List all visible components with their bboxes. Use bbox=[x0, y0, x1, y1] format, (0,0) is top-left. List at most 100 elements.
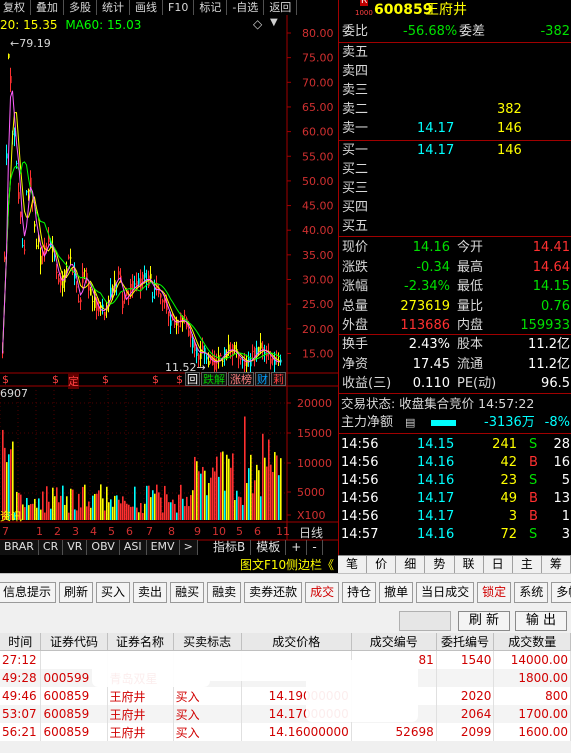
date-tick: 4 bbox=[90, 525, 97, 538]
sort-tab[interactable] bbox=[399, 611, 451, 631]
toolbar-button[interactable]: 统计 bbox=[97, 0, 130, 15]
table-header[interactable]: 成交数量 bbox=[493, 633, 571, 651]
table-cell-name: 王府井 bbox=[107, 723, 174, 741]
toolbar-button[interactable]: 叠加 bbox=[31, 0, 64, 15]
side-link[interactable]: 侧边栏《 bbox=[286, 556, 334, 573]
quote-tab[interactable]: 日 bbox=[484, 556, 513, 573]
quote-tab[interactable]: 细 bbox=[396, 556, 426, 573]
quote-tab[interactable]: 联 bbox=[455, 556, 484, 573]
toolbar-button[interactable]: 返回 bbox=[264, 0, 298, 15]
event-badge[interactable]: 涨榜 bbox=[228, 372, 254, 386]
table-header[interactable]: 时间 bbox=[0, 633, 42, 651]
volume-bar bbox=[58, 502, 60, 520]
template-tab[interactable]: - bbox=[307, 540, 323, 555]
trade-button[interactable]: 融买 bbox=[170, 581, 205, 603]
trade-button[interactable]: 买入 bbox=[96, 581, 131, 603]
doc-icon[interactable]: ▤ bbox=[405, 414, 415, 432]
toolbar-button[interactable]: 多股 bbox=[64, 0, 97, 15]
template-tab[interactable]: + bbox=[286, 540, 308, 555]
stat-value: -0.34 bbox=[416, 259, 450, 275]
volume-bar bbox=[54, 496, 56, 520]
quote-tab[interactable]: 势 bbox=[425, 556, 455, 573]
indicator-tab[interactable]: ASI bbox=[119, 540, 147, 555]
quote-tab[interactable]: 筹 bbox=[542, 556, 571, 573]
kline-chart[interactable]: 80.00 75.00 70.00 65.00 60.00 55.00 50.00 45.00… bbox=[0, 15, 338, 555]
event-marker[interactable]: $ bbox=[176, 373, 183, 386]
volume-tick: 10000 bbox=[297, 457, 332, 470]
table-header[interactable]: 委托编号 bbox=[436, 633, 495, 651]
event-badge[interactable]: 莉 bbox=[271, 372, 286, 386]
table-header[interactable]: 成交价格 bbox=[241, 633, 352, 651]
trade-button[interactable]: 持仓 bbox=[342, 581, 377, 603]
trade-button[interactable]: 成交 bbox=[305, 581, 340, 603]
trade-button[interactable]: 卖券还款 bbox=[244, 581, 303, 603]
indicator-tab[interactable]: CR bbox=[38, 540, 64, 555]
table-row[interactable]: 53:07600859王府井买入14.1700000020641700.00 bbox=[0, 705, 571, 723]
table-cell-price: 14.16000000 bbox=[241, 723, 352, 741]
table-header[interactable]: 成交编号 bbox=[351, 633, 437, 651]
volume-bar bbox=[160, 497, 162, 520]
event-marker[interactable]: $ bbox=[102, 373, 109, 386]
trade-button[interactable]: 撤单 bbox=[379, 581, 414, 603]
trade-button[interactable]: 系统 bbox=[514, 581, 549, 603]
toolbar-button[interactable]: 复权 bbox=[0, 0, 31, 15]
volume-bar bbox=[274, 452, 276, 520]
indicator-tab[interactable]: VR bbox=[63, 540, 88, 555]
refresh-button[interactable]: 刷 新 bbox=[458, 611, 510, 631]
quote-stat-row: 净资 17.45 流通 11.2亿 bbox=[339, 356, 571, 374]
rz-badge: R bbox=[360, 0, 369, 6]
quote-tab[interactable]: 笔 bbox=[338, 556, 368, 573]
volume-bar bbox=[132, 506, 134, 520]
event-badge[interactable]: 财 bbox=[255, 372, 270, 386]
volume-bar bbox=[102, 498, 104, 520]
trade-button[interactable]: 信息提示 bbox=[0, 581, 57, 603]
event-marker[interactable]: $ bbox=[2, 373, 9, 386]
tick-price: 14.17 bbox=[417, 491, 455, 506]
template-tab[interactable]: 模板 bbox=[251, 540, 287, 555]
toolbar-button[interactable]: F10 bbox=[163, 0, 195, 15]
tick-row: 14:56 14.17 49 B 13 bbox=[339, 490, 571, 508]
export-button[interactable]: 输 出 bbox=[515, 611, 567, 631]
table-header[interactable]: 买卖标志 bbox=[173, 633, 242, 651]
trade-button[interactable]: 当日成交 bbox=[416, 581, 475, 603]
table-header[interactable]: 证券代码 bbox=[40, 633, 108, 651]
indicator-tab[interactable]: BRAR bbox=[0, 540, 39, 555]
table-cell-order bbox=[436, 669, 495, 687]
volume-bar bbox=[214, 471, 216, 520]
timeframe-label[interactable]: 日线 bbox=[299, 524, 323, 541]
indicator-tab[interactable]: OBV bbox=[87, 540, 120, 555]
indicator-tab[interactable]: EMV bbox=[146, 540, 180, 555]
event-marker[interactable]: $ bbox=[152, 373, 159, 386]
f10-link[interactable]: 图文F10 bbox=[240, 556, 286, 573]
volume-bar bbox=[178, 494, 180, 520]
trade-button[interactable]: 刷新 bbox=[59, 581, 94, 603]
news-label[interactable]: 资讯 bbox=[0, 508, 22, 524]
event-marker[interactable]: $ bbox=[52, 373, 59, 386]
diamond-icon[interactable]: ◇ bbox=[253, 17, 262, 31]
toolbar-button[interactable]: -自选 bbox=[227, 0, 265, 15]
trade-button[interactable]: 锁定 bbox=[477, 581, 512, 603]
volume-bar bbox=[270, 464, 272, 520]
table-header[interactable]: 证券名称 bbox=[107, 633, 174, 651]
volume-bar bbox=[144, 503, 146, 520]
toolbar-button[interactable]: 画线 bbox=[130, 0, 163, 15]
table-row[interactable]: 56:21 600859 王府井 买入 14.16000000 52698 2099 1600… bbox=[0, 723, 571, 741]
quote-tab[interactable]: 主 bbox=[513, 556, 542, 573]
volume-bar bbox=[48, 501, 50, 520]
trade-button[interactable]: 融卖 bbox=[207, 581, 242, 603]
event-marker[interactable]: 定 bbox=[68, 373, 79, 389]
dropdown-icon[interactable]: ▼ bbox=[270, 17, 278, 28]
table-cell-code: 600859 bbox=[40, 687, 108, 705]
volume-bar bbox=[162, 512, 164, 520]
event-badge[interactable]: 回 bbox=[185, 372, 200, 386]
date-tick: 1 bbox=[283, 525, 290, 538]
indicator-tab[interactable]: > bbox=[179, 540, 198, 555]
event-badge[interactable]: 跌解 bbox=[201, 372, 227, 386]
quote-tab[interactable]: 价 bbox=[367, 556, 397, 573]
trade-button[interactable]: 卖出 bbox=[133, 581, 168, 603]
template-tab[interactable]: 指标B bbox=[208, 540, 252, 555]
table-cell-code: 600859 bbox=[40, 705, 108, 723]
toolbar-button[interactable]: 标记 bbox=[194, 0, 228, 15]
trade-button[interactable]: 多帐号 bbox=[551, 581, 571, 603]
table-row[interactable]: 49:46600859王府井买入14.190000002020800 bbox=[0, 687, 571, 705]
